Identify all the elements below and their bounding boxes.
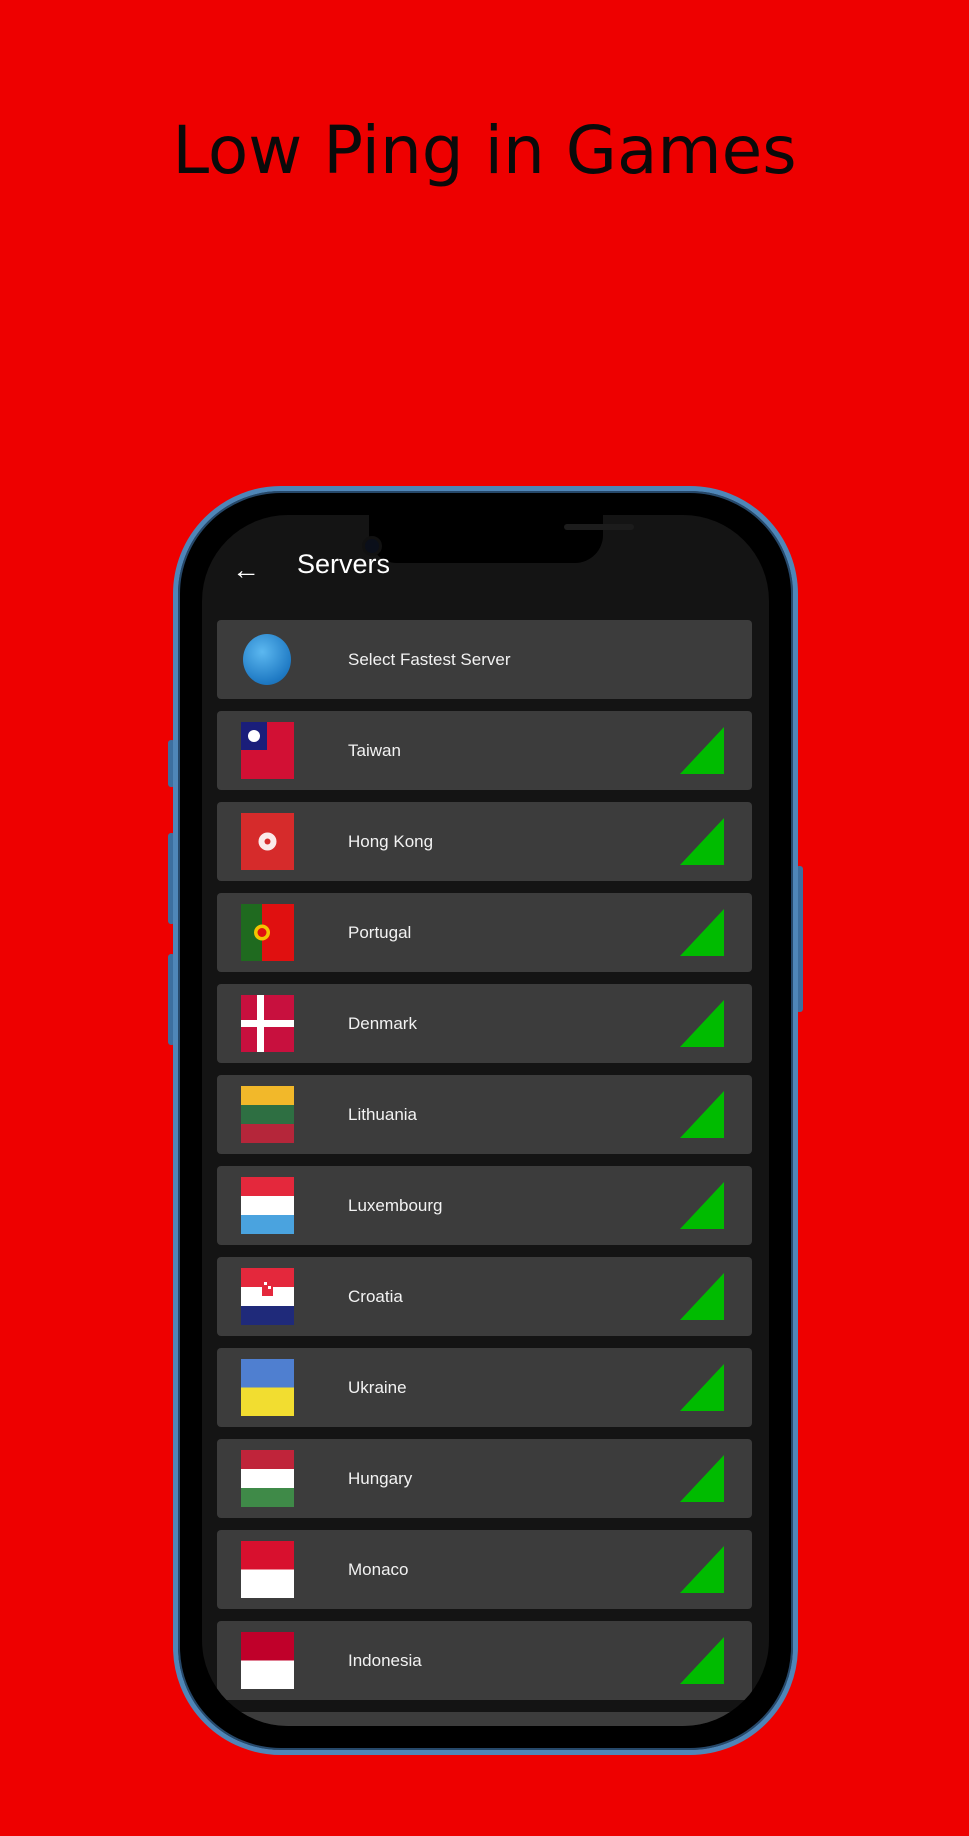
server-name: Luxembourg: [348, 1196, 443, 1215]
server-row-hongkong[interactable]: Hong Kong: [217, 802, 752, 881]
hungary-flag-icon: [241, 1450, 294, 1507]
signal-strength-icon: [680, 1364, 724, 1411]
app-screen: ← Servers Select Fastest Server Taiwan Ho…: [202, 515, 769, 1726]
arrow-left-icon[interactable]: ←: [232, 555, 262, 585]
server-name: Croatia: [348, 1287, 403, 1306]
server-name: Indonesia: [348, 1651, 422, 1670]
signal-strength-icon: [680, 1546, 724, 1593]
signal-strength-icon: [680, 727, 724, 774]
taiwan-flag-icon: [241, 722, 294, 779]
signal-strength-icon: [680, 1637, 724, 1684]
signal-strength-icon: [680, 1273, 724, 1320]
server-row-hungary[interactable]: Hungary: [217, 1439, 752, 1518]
server-row-croatia[interactable]: Croatia: [217, 1257, 752, 1336]
server-row-lithuania[interactable]: Lithuania: [217, 1075, 752, 1154]
server-name: Select Fastest Server: [348, 650, 511, 669]
phone-frame: ← Servers Select Fastest Server Taiwan Ho…: [173, 486, 798, 1755]
server-row-ukraine[interactable]: Ukraine: [217, 1348, 752, 1427]
globe-icon: [243, 634, 291, 685]
notch: [369, 515, 634, 563]
signal-strength-icon: [680, 1091, 724, 1138]
speaker: [564, 524, 634, 530]
signal-strength-icon: [680, 1000, 724, 1047]
indonesia-flag-icon: [241, 1632, 294, 1689]
page-title: Servers: [297, 549, 391, 579]
server-name: Lithuania: [348, 1105, 418, 1124]
luxembourg-flag-icon: [241, 1177, 294, 1234]
server-name: Taiwan: [348, 741, 401, 760]
server-name: Denmark: [348, 1014, 417, 1033]
server-name: Ukraine: [348, 1378, 407, 1397]
denmark-flag-icon: [241, 995, 294, 1052]
server-name: Hungary: [348, 1469, 413, 1488]
server-row-monaco[interactable]: Monaco: [217, 1530, 752, 1609]
croatia-flag-icon: [241, 1268, 294, 1325]
server-list[interactable]: Select Fastest Server Taiwan Hong Kong Por…: [217, 620, 752, 1726]
lithuania-flag-icon: [241, 1086, 294, 1143]
headline: Low Ping in Games: [172, 112, 797, 189]
signal-strength-icon: [680, 1455, 724, 1502]
hongkong-flag-icon: [241, 813, 294, 870]
portugal-flag-icon: [241, 904, 294, 961]
server-row-denmark[interactable]: Denmark: [217, 984, 752, 1063]
monaco-flag-icon: [241, 1541, 294, 1598]
server-row-portugal[interactable]: Portugal: [217, 893, 752, 972]
server-row-partial[interactable]: [217, 1712, 752, 1726]
server-row-luxembourg[interactable]: Luxembourg: [217, 1166, 752, 1245]
server-name: Hong Kong: [348, 832, 434, 851]
select-fastest-server[interactable]: Select Fastest Server: [217, 620, 752, 699]
signal-strength-icon: [680, 1182, 724, 1229]
server-name: Portugal: [348, 923, 412, 942]
server-name: Monaco: [348, 1560, 409, 1579]
server-row-indonesia[interactable]: Indonesia: [217, 1621, 752, 1700]
signal-strength-icon: [680, 909, 724, 956]
signal-strength-icon: [680, 818, 724, 865]
server-row-taiwan[interactable]: Taiwan: [217, 711, 752, 790]
ukraine-flag-icon: [241, 1359, 294, 1416]
